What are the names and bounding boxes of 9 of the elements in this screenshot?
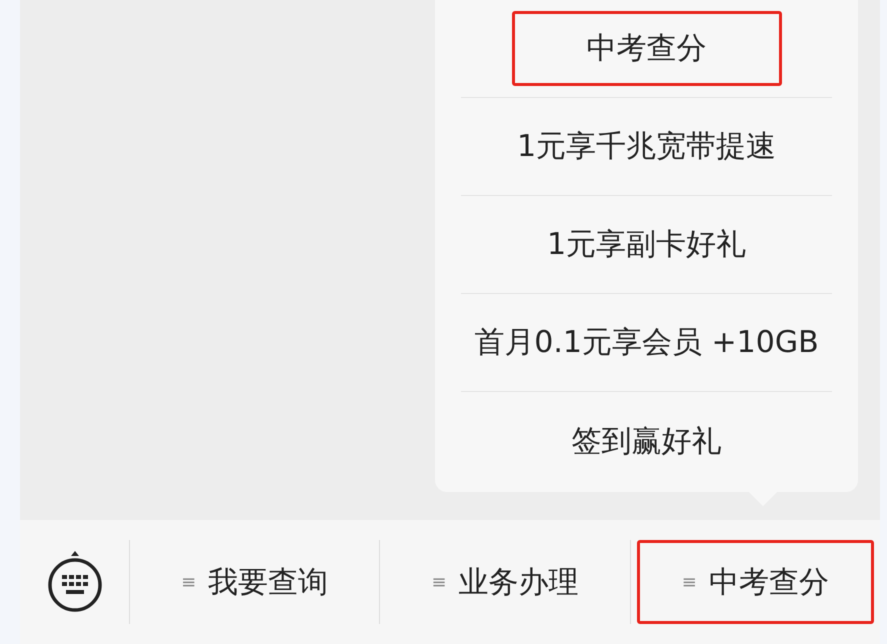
menu-button[interactable]: ≡ 我要查询 <box>136 540 374 624</box>
menu-item[interactable]: 中考查分 <box>512 11 782 86</box>
menu-item[interactable]: 1元享副卡好礼 <box>544 207 750 282</box>
menu-button[interactable]: ≡ 中考查分 <box>636 540 874 624</box>
menu-item[interactable]: 1元享千兆宽带提速 <box>514 109 780 184</box>
menu-button[interactable]: ≡ 业务办理 <box>386 540 624 624</box>
menu-item[interactable]: 签到赢好礼 <box>568 404 724 478</box>
menu-item[interactable]: 首月0.1元享会员 +10GB <box>471 305 822 380</box>
keyboard-icon[interactable] <box>46 551 102 613</box>
